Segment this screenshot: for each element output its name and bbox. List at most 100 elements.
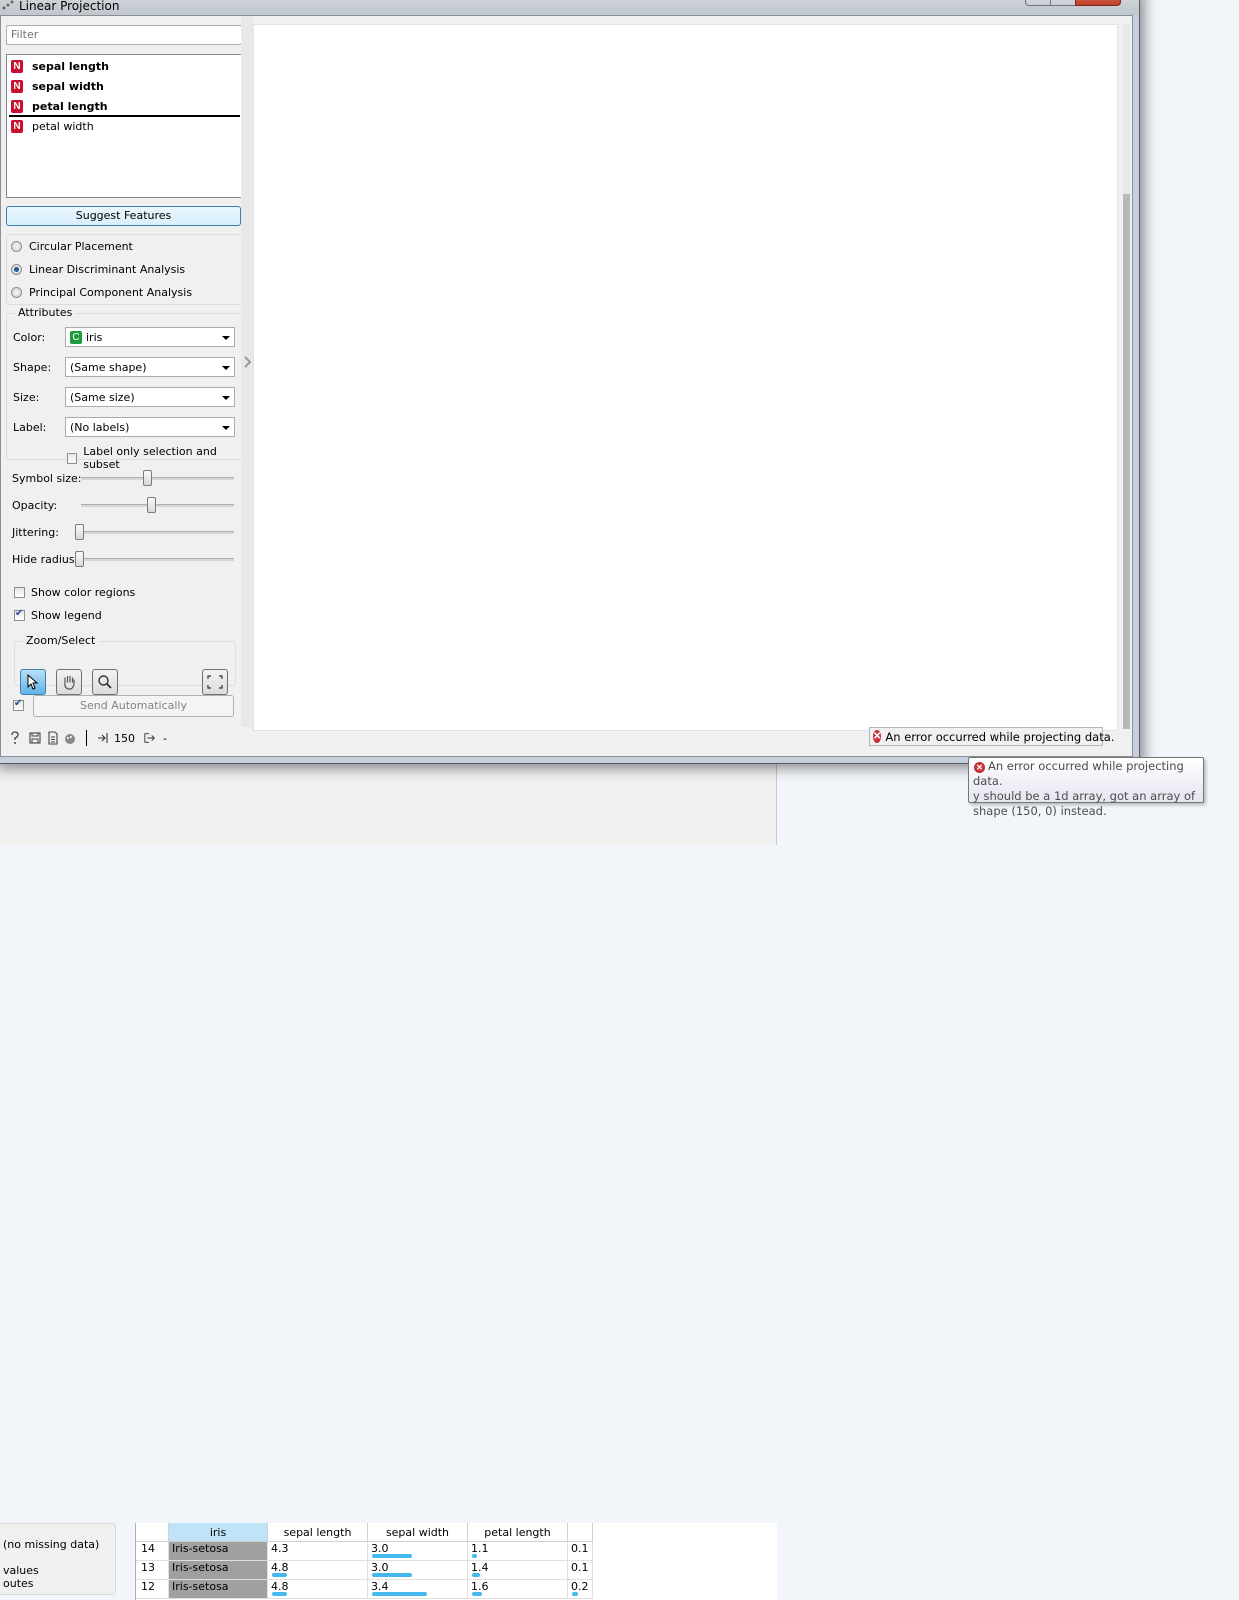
report-icon[interactable] — [47, 731, 59, 745]
panel-splitter[interactable] — [241, 16, 253, 727]
column-header-sepal-width[interactable]: sepal width — [367, 1523, 468, 1542]
list-item[interactable]: N sepal width — [11, 77, 104, 95]
size-select[interactable]: (Same size) — [65, 387, 235, 407]
help-icon[interactable] — [9, 731, 21, 745]
error-icon: ✕ — [873, 730, 882, 743]
title-bar[interactable]: Linear Projection — [0, 0, 1139, 15]
data-table[interactable]: iris sepal length sepal width petal leng… — [135, 1523, 777, 1600]
label-label: Label: — [13, 420, 47, 434]
error-message: An error occurred while projecting data. — [885, 729, 1115, 744]
suggest-features-button[interactable]: Suggest Features — [6, 206, 241, 226]
value-bar — [372, 1554, 412, 1558]
column-header-index[interactable] — [136, 1523, 169, 1542]
send-automatically-button[interactable]: Send Automatically — [33, 695, 234, 717]
placement-group: Circular Placement Linear Discriminant A… — [6, 234, 243, 305]
cell-sepal-length: 4.8 — [267, 1579, 368, 1599]
visual-settings-icon[interactable] — [64, 731, 76, 745]
jittering-label: Jittering: — [12, 525, 59, 539]
shape-select[interactable]: (Same shape) — [65, 357, 235, 377]
row-index: 13 — [136, 1560, 169, 1580]
slider-handle[interactable] — [75, 551, 84, 567]
symbol-size-slider[interactable] — [81, 477, 234, 480]
error-message-bar[interactable]: ✕ An error occurred while projecting dat… — [869, 727, 1114, 746]
radio-label: Circular Placement — [29, 240, 133, 253]
show-legend-row[interactable]: Show legend — [14, 608, 102, 622]
pan-tool-button[interactable] — [56, 669, 82, 695]
error-tooltip: ✕ An error occurred while projecting data… — [968, 757, 1204, 818]
column-header-sepal-length[interactable]: sepal length — [267, 1523, 368, 1542]
radio-circular-placement[interactable]: Circular Placement — [11, 240, 133, 253]
radio-button[interactable] — [11, 241, 22, 252]
feature-list[interactable]: N sepal length N sepal width N petal len… — [6, 54, 243, 198]
cell-petal-length: 1.1 — [467, 1541, 568, 1561]
shape-label: Shape: — [13, 360, 52, 374]
size-label: Size: — [13, 390, 40, 404]
send-automatically-checkbox[interactable] — [13, 698, 24, 711]
table-row[interactable]: 12 Iris-setosa 4.8 3.4 1.6 0.2 — [136, 1579, 593, 1599]
pointer-icon — [27, 674, 39, 690]
hide-radius-slider[interactable] — [81, 558, 234, 561]
chevron-right-icon[interactable] — [244, 356, 252, 368]
status-bar: 150 - ✕ An error occurred while projecti… — [1, 727, 1132, 749]
column-header-iris[interactable]: iris — [168, 1523, 268, 1542]
label-select[interactable]: (No labels) — [65, 417, 235, 437]
list-item[interactable]: N petal width — [11, 117, 94, 135]
background-data-table-window: (no missing data) values outes iris sepa… — [0, 755, 777, 1600]
column-header-petal-length[interactable]: petal length — [467, 1523, 568, 1542]
list-item[interactable]: N sepal length — [11, 57, 109, 75]
table-row[interactable]: 13 Iris-setosa 4.8 3.0 1.4 0.1 — [136, 1560, 593, 1580]
value-bar — [472, 1554, 477, 1558]
cell-sepal-width: 3.0 — [367, 1560, 468, 1580]
maximize-button[interactable] — [1050, 0, 1076, 6]
projection-plot-area[interactable] — [253, 24, 1118, 731]
filter-field[interactable] — [6, 25, 242, 45]
reset-zoom-button[interactable] — [202, 669, 228, 695]
label-only-selection-checkbox-row[interactable]: Label only selection and subset — [67, 445, 242, 471]
label-only-selection-checkbox[interactable] — [67, 452, 78, 464]
filter-input[interactable] — [7, 26, 241, 42]
column-header-petal-width[interactable] — [567, 1523, 593, 1542]
color-select[interactable]: C iris — [65, 327, 235, 347]
table-row[interactable]: 14 Iris-setosa 4.3 3.0 1.1 0.1 — [136, 1541, 593, 1561]
variable-name: sepal width — [32, 79, 104, 93]
magnifier-icon — [98, 675, 112, 689]
show-color-regions-checkbox[interactable] — [14, 587, 25, 598]
output-count: - — [163, 732, 167, 745]
fit-view-icon — [207, 675, 223, 689]
cell-petal-length: 1.4 — [467, 1560, 568, 1580]
list-item[interactable]: N petal length — [11, 97, 108, 115]
cell-iris: Iris-setosa — [168, 1560, 268, 1580]
tooltip-line: y should be a 1d array, got an array of — [973, 789, 1196, 803]
radio-principal-component-analysis[interactable]: Principal Component Analysis — [11, 286, 192, 299]
dropdown-arrow-icon — [222, 396, 230, 400]
cell-iris: Iris-setosa — [168, 1579, 268, 1599]
close-button[interactable] — [1075, 0, 1121, 6]
tooltip-text: An error occurred while projecting data. — [973, 759, 1184, 788]
jittering-slider[interactable] — [81, 531, 234, 534]
categorical-variable-icon: C — [70, 330, 82, 344]
minimize-button[interactable] — [1025, 0, 1051, 6]
radio-label: Linear Discriminant Analysis — [29, 263, 186, 276]
group-title: Zoom/Select — [23, 634, 99, 647]
vertical-scrollbar[interactable] — [1123, 24, 1130, 729]
opacity-label: Opacity: — [12, 498, 58, 512]
show-legend-checkbox[interactable] — [14, 608, 25, 621]
show-color-regions-row[interactable]: Show color regions — [14, 586, 135, 599]
app-icon — [2, 0, 14, 10]
zoom-tool-button[interactable] — [92, 669, 118, 695]
opacity-slider[interactable] — [81, 504, 234, 507]
send-automatically-checkbox-row[interactable] — [13, 698, 30, 711]
value-bar — [472, 1592, 482, 1596]
radio-button[interactable] — [11, 264, 22, 275]
slider-handle[interactable] — [142, 470, 152, 486]
save-icon[interactable] — [29, 731, 41, 745]
select-tool-button[interactable] — [20, 669, 46, 695]
scrollbar-thumb[interactable] — [1123, 194, 1130, 729]
row-index: 12 — [136, 1579, 169, 1599]
variable-name: petal length — [32, 99, 108, 113]
radio-linear-discriminant-analysis[interactable]: Linear Discriminant Analysis — [11, 263, 185, 276]
slider-handle[interactable] — [147, 497, 156, 513]
color-label: Color: — [13, 330, 46, 344]
slider-handle[interactable] — [75, 524, 84, 540]
radio-button[interactable] — [11, 287, 22, 298]
